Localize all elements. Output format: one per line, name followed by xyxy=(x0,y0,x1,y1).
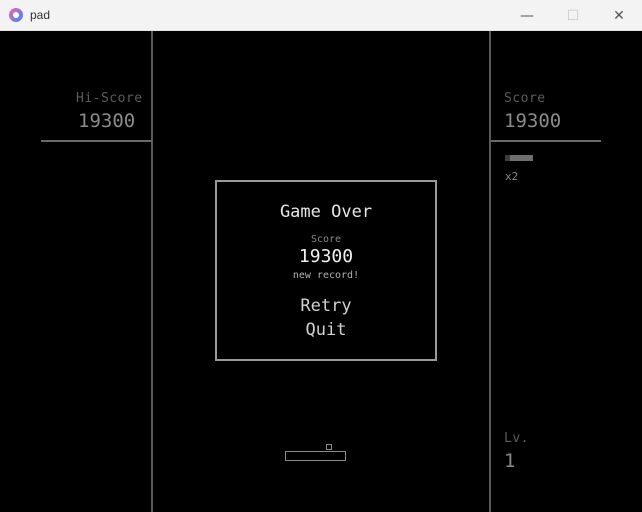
lives-bar-icon xyxy=(505,155,533,161)
new-record-text: new record! xyxy=(292,270,360,281)
close-button[interactable]: ✕ xyxy=(596,0,642,31)
score-label: Score xyxy=(504,91,546,106)
retry-button[interactable]: Retry xyxy=(277,296,375,316)
score-value: 19300 xyxy=(504,110,562,132)
lives-count: x2 xyxy=(505,170,519,183)
left-wall xyxy=(151,31,153,512)
game-over-title: Game Over xyxy=(279,202,373,222)
app-icon xyxy=(9,8,23,22)
hiscore-divider xyxy=(41,140,152,142)
game-over-dialog: Game Over Score 19300 new record! Retry … xyxy=(215,180,437,361)
hiscore-label: Hi-Score xyxy=(76,91,143,106)
title-bar: pad — ☐ ✕ xyxy=(0,0,642,31)
final-score-value: 19300 xyxy=(298,246,354,267)
quit-button[interactable]: Quit xyxy=(277,320,375,340)
hiscore-value: 19300 xyxy=(78,110,136,132)
game-area[interactable]: Hi-Score 19300 Score 19300 x2 Lv. 1 Game… xyxy=(0,31,642,512)
right-wall xyxy=(489,31,491,512)
maximize-button[interactable]: ☐ xyxy=(550,0,596,31)
score-divider xyxy=(491,140,601,142)
final-score-label: Score xyxy=(310,234,342,245)
window-title: pad xyxy=(30,8,51,22)
level-value: 1 xyxy=(504,450,516,472)
ball xyxy=(326,444,332,450)
paddle[interactable] xyxy=(285,451,346,461)
minimize-button[interactable]: — xyxy=(504,0,550,31)
level-label: Lv. xyxy=(504,431,529,446)
